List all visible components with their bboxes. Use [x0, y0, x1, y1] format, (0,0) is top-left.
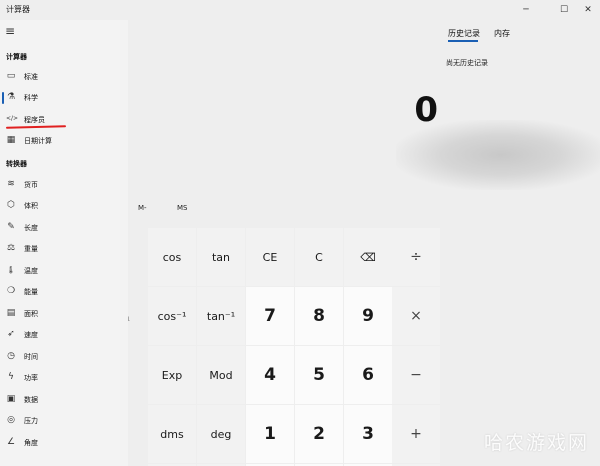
exp-button[interactable]: Exp	[148, 346, 196, 404]
nav-item-label: 功率	[24, 374, 38, 382]
nav-item-label: 能量	[24, 288, 38, 296]
clear-entry-button[interactable]: CE	[246, 228, 294, 286]
nav-item-label: 时间	[24, 353, 38, 361]
active-tab-indicator	[448, 40, 478, 42]
digit-9-button[interactable]: 9	[344, 287, 392, 345]
nav-item-label: 科学	[24, 94, 38, 102]
nav-item-data[interactable]: ▣ 数据	[0, 390, 128, 410]
nav-item-label: 体积	[24, 202, 38, 210]
digit-8-button[interactable]: 8	[295, 287, 343, 345]
converter-section-header: 转换器	[6, 160, 27, 168]
pressure-icon: ◎	[7, 415, 15, 425]
speed-icon: ➶	[7, 329, 15, 339]
nav-item-programmer[interactable]: </> 程序员	[0, 110, 128, 130]
nav-item-temperature[interactable]: 🌡 温度	[0, 261, 128, 281]
blurred-overlay	[396, 120, 600, 190]
nav-item-volume[interactable]: ⬡ 体积	[0, 196, 128, 216]
digit-5-button[interactable]: 5	[295, 346, 343, 404]
memory-store-button[interactable]: MS	[177, 204, 187, 212]
clear-button[interactable]: C	[295, 228, 343, 286]
hamburger-menu-icon[interactable]: ≡	[5, 24, 15, 38]
nav-item-scientific[interactable]: ⚗ 科学	[0, 88, 128, 108]
nav-item-speed[interactable]: ➶ 速度	[0, 325, 128, 345]
tab-history[interactable]: 历史记录	[448, 28, 480, 39]
arctan-button[interactable]: tan⁻¹	[197, 287, 245, 345]
area-icon: ▤	[6, 308, 16, 318]
dms-button[interactable]: dms	[148, 405, 196, 463]
calendar-icon: ▦	[6, 135, 16, 145]
nav-item-label: 重量	[24, 245, 38, 253]
cos-button[interactable]: cos	[148, 228, 196, 286]
selected-indicator	[2, 92, 4, 104]
ruler-icon: ✎	[7, 222, 15, 232]
nav-item-angle[interactable]: ∠ 角度	[0, 433, 128, 453]
close-icon[interactable]: ✕	[576, 2, 600, 18]
keypad: ¹ cos tan CE C ⌫ ÷ cos⁻¹ tan⁻¹ 7 8 9 × E…	[100, 228, 440, 466]
deg-button[interactable]: deg	[197, 405, 245, 463]
nav-item-currency[interactable]: ≋ 货币	[0, 175, 128, 195]
nav-item-label: 角度	[24, 439, 38, 447]
nav-item-weight[interactable]: ⚖ 重量	[0, 239, 128, 259]
nav-item-label: 温度	[24, 267, 38, 275]
thermometer-icon: 🌡	[6, 266, 16, 274]
nav-item-label: 长度	[24, 224, 38, 232]
minimize-icon[interactable]: ─	[514, 2, 538, 18]
subtract-button[interactable]: −	[392, 346, 440, 404]
nav-item-label: 程序员	[24, 116, 45, 124]
data-icon: ▣	[6, 394, 16, 404]
standard-calculator-icon: ▭	[6, 71, 16, 81]
digit-7-button[interactable]: 7	[246, 287, 294, 345]
nav-item-date-calculation[interactable]: ▦ 日期计算	[0, 131, 128, 151]
backspace-icon[interactable]: ⌫	[344, 228, 392, 286]
multiply-button[interactable]: ×	[392, 287, 440, 345]
angle-icon: ∠	[6, 437, 16, 447]
nav-item-label: 数据	[24, 396, 38, 404]
power-icon: ϟ	[8, 372, 14, 382]
calculator-window: 计算器 ─ ☐ ✕ 0 M- MS ¹ cos tan CE C ⌫ ÷ cos…	[0, 0, 600, 466]
digit-1-button[interactable]: 1	[246, 405, 294, 463]
tab-memory[interactable]: 内存	[494, 28, 510, 39]
nav-item-power[interactable]: ϟ 功率	[0, 368, 128, 388]
calculator-section-header: 计算器	[6, 53, 27, 61]
clock-icon: ◷	[7, 351, 15, 361]
maximize-icon[interactable]: ☐	[552, 2, 576, 18]
nav-item-standard[interactable]: ▭ 标准	[0, 67, 128, 87]
navigation-menu: ≡ 计算器 ▭ 标准 ⚗ 科学 </> 程序员 ▦ 日期计算 转换器 ≋ 货币 …	[0, 20, 128, 466]
mod-button[interactable]: Mod	[197, 346, 245, 404]
nav-item-area[interactable]: ▤ 面积	[0, 304, 128, 324]
add-button[interactable]: +	[392, 405, 440, 463]
flask-icon: ⚗	[6, 92, 16, 102]
nav-item-label: 压力	[24, 417, 38, 425]
nav-item-label: 货币	[24, 181, 38, 189]
nav-item-energy[interactable]: ❍ 能量	[0, 282, 128, 302]
weight-icon: ⚖	[6, 243, 16, 253]
energy-icon: ❍	[6, 286, 16, 296]
app-title: 计算器	[6, 5, 30, 14]
divide-button[interactable]: ÷	[392, 228, 440, 286]
nav-item-label: 面积	[24, 310, 38, 318]
currency-icon: ≋	[7, 179, 15, 189]
digit-2-button[interactable]: 2	[295, 405, 343, 463]
digit-4-button[interactable]: 4	[246, 346, 294, 404]
tan-button[interactable]: tan	[197, 228, 245, 286]
volume-icon: ⬡	[7, 200, 15, 210]
digit-3-button[interactable]: 3	[344, 405, 392, 463]
history-panel: 历史记录 内存 尚无历史记录	[396, 20, 600, 466]
history-empty-message: 尚无历史记录	[446, 59, 488, 67]
nav-item-label: 速度	[24, 331, 38, 339]
code-icon: </>	[6, 115, 19, 122]
nav-item-pressure[interactable]: ◎ 压力	[0, 411, 128, 431]
memory-subtract-button[interactable]: M-	[138, 204, 147, 212]
nav-item-label: 日期计算	[24, 137, 52, 145]
arccos-button[interactable]: cos⁻¹	[148, 287, 196, 345]
nav-item-length[interactable]: ✎ 长度	[0, 218, 128, 238]
nav-item-time[interactable]: ◷ 时间	[0, 347, 128, 367]
title-bar: 计算器 ─ ☐ ✕	[0, 0, 600, 20]
nav-item-label: 标准	[24, 73, 38, 81]
digit-6-button[interactable]: 6	[344, 346, 392, 404]
watermark-text: 哈农游戏网	[484, 432, 590, 454]
